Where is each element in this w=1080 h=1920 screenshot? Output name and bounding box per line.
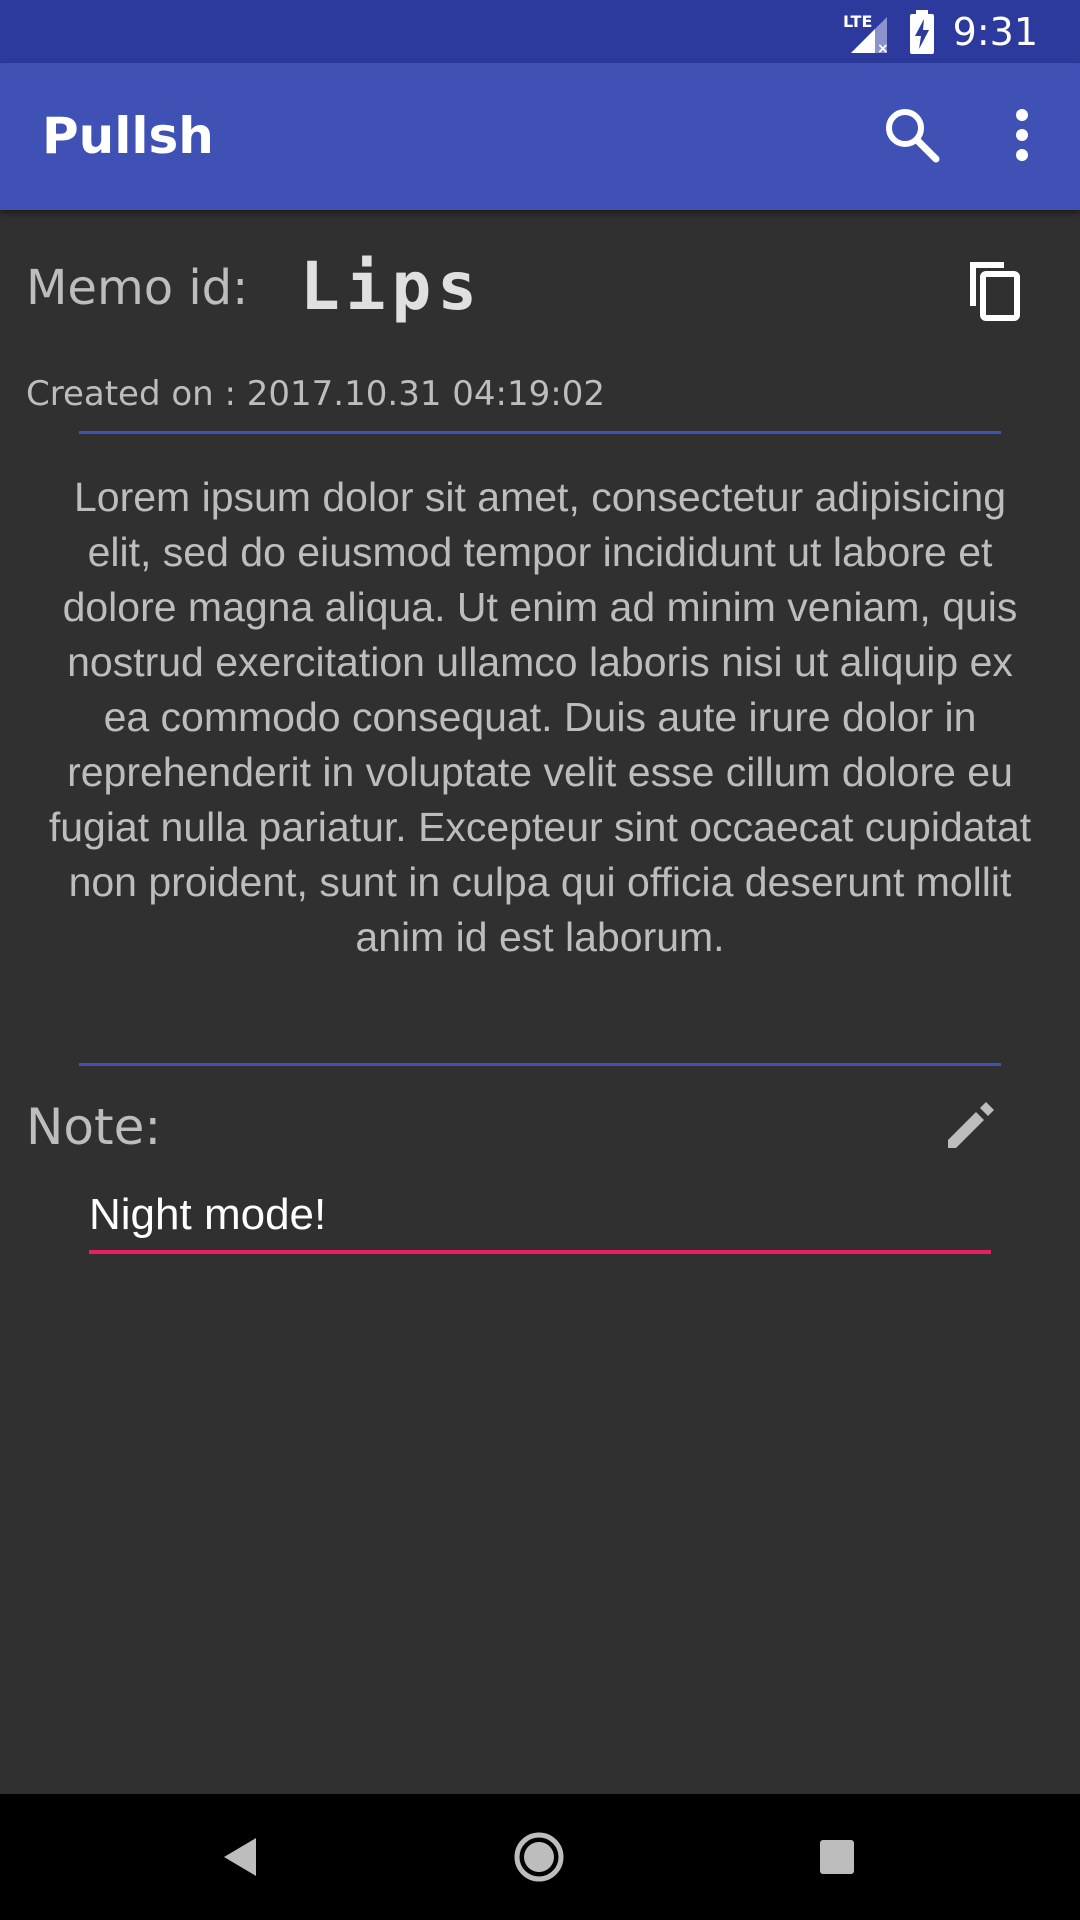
- note-label: Note:: [26, 1098, 162, 1156]
- battery-charging-icon: [909, 9, 935, 54]
- recents-icon: [820, 1840, 854, 1874]
- app-title: Pullsh: [42, 107, 214, 165]
- recents-button[interactable]: [804, 1824, 870, 1890]
- home-icon: [514, 1832, 564, 1882]
- edit-pencil-icon: [948, 1102, 994, 1148]
- created-timestamp: Created on : 2017.10.31 04:19:02: [26, 374, 605, 414]
- back-button[interactable]: [208, 1824, 274, 1890]
- back-icon: [224, 1838, 256, 1876]
- status-time: 9:31: [952, 9, 1038, 54]
- memo-body-text: Lorem ipsum dolor sit amet, consectetur …: [48, 474, 1032, 960]
- home-button[interactable]: [506, 1824, 572, 1890]
- app-bar: Pullsh: [0, 63, 1080, 210]
- note-input[interactable]: [89, 1180, 991, 1254]
- svg-text:×: ×: [877, 41, 889, 55]
- memo-id-label: Memo id:: [26, 260, 249, 316]
- memo-id-value: Lips: [300, 248, 483, 325]
- search-button[interactable]: [880, 103, 944, 167]
- divider-top: [79, 431, 1001, 434]
- copy-button[interactable]: [964, 258, 1024, 322]
- search-icon: [886, 109, 940, 163]
- navigation-bar: [0, 1794, 1080, 1920]
- edit-note-button[interactable]: [940, 1096, 1000, 1156]
- lte-signal-icon: LTE ×: [841, 9, 891, 55]
- status-bar: LTE × 9:31: [0, 0, 1080, 63]
- more-options-button[interactable]: [1000, 103, 1044, 167]
- divider-bottom: [79, 1063, 1001, 1066]
- more-vert-icon: [1016, 109, 1028, 161]
- copy-icon: [970, 262, 1020, 321]
- network-label: LTE: [843, 12, 872, 31]
